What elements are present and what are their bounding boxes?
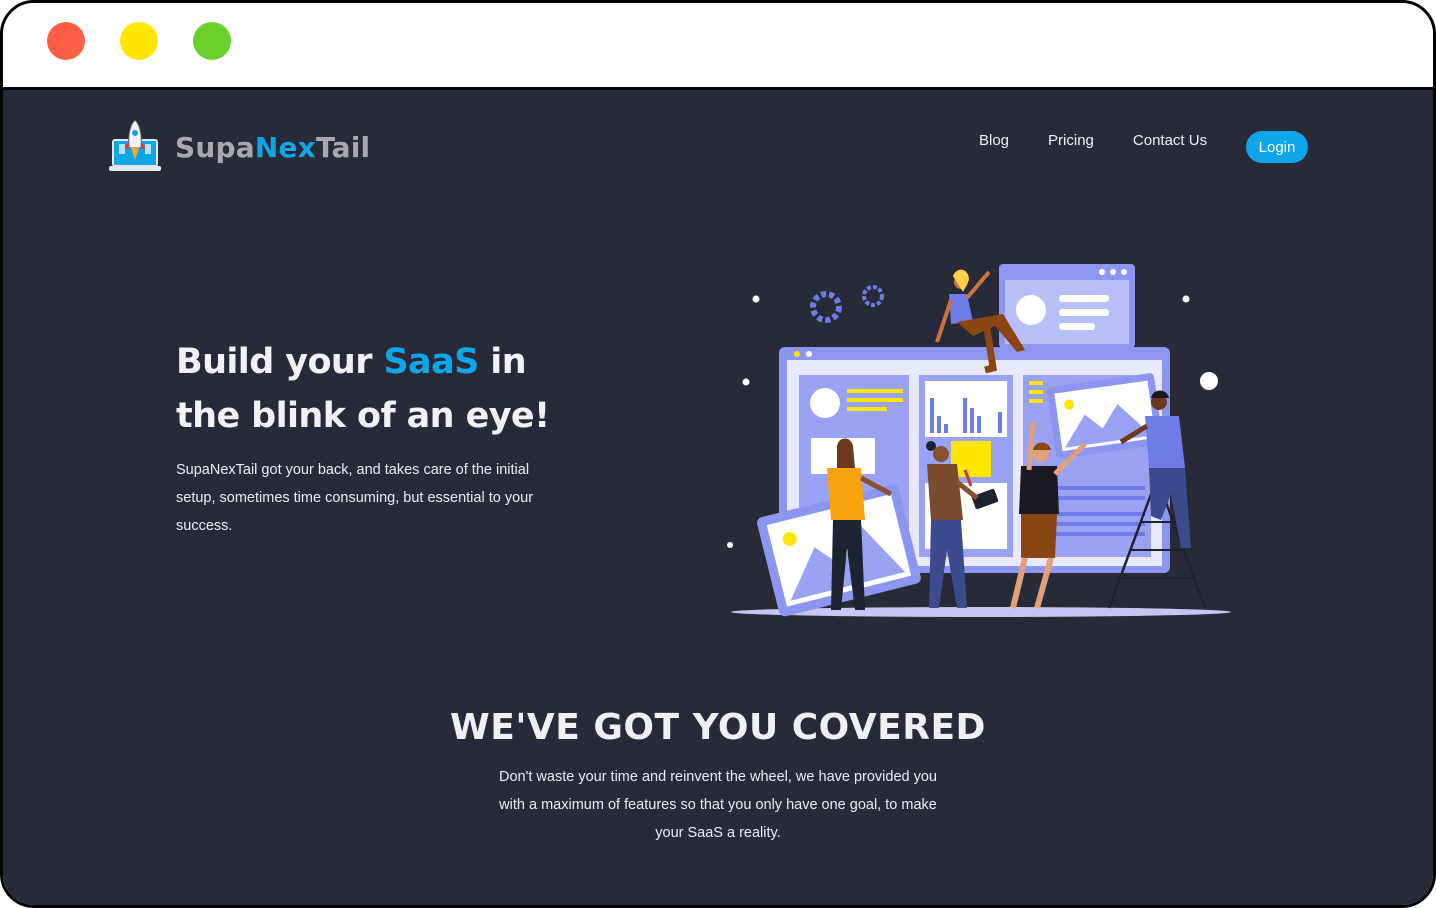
- brand-name-part1: Supa: [175, 130, 255, 164]
- rocket-laptop-icon: [109, 119, 161, 171]
- maximize-window-button[interactable]: [193, 22, 231, 60]
- close-window-button[interactable]: [47, 22, 85, 60]
- features-title: WE'VE GOT YOU COVERED: [450, 707, 986, 748]
- features-description: Don't waste your time and reinvent the w…: [498, 769, 938, 841]
- team-building-dashboard-illustration: [727, 264, 1231, 617]
- hero-title-accent: SaaS: [383, 342, 479, 382]
- brand-name-part3: Tail: [315, 130, 371, 164]
- brand-name-part2: Nex: [254, 130, 316, 164]
- nav-link-pricing[interactable]: Pricing: [1048, 132, 1094, 149]
- top-navigation: Blog Pricing Contact Us: [979, 132, 1207, 149]
- hero-description: SupaNexTail got your back, and takes car…: [176, 462, 534, 534]
- browser-window: SupaNexTail Blog Pricing Contact Us Logi…: [0, 0, 1436, 908]
- login-button[interactable]: Login: [1246, 131, 1308, 163]
- nav-link-contact-us[interactable]: Contact Us: [1133, 132, 1207, 149]
- nav-link-blog[interactable]: Blog: [979, 132, 1009, 149]
- hero-title-pre: Build your: [176, 342, 384, 382]
- landing-page: SupaNexTail Blog Pricing Contact Us Logi…: [3, 90, 1433, 905]
- brand-name: SupaNexTail: [175, 131, 370, 164]
- minimize-window-button[interactable]: [120, 22, 158, 60]
- window-titlebar: [3, 3, 1433, 90]
- brand-logo[interactable]: SupaNexTail: [109, 118, 370, 176]
- hero-title: Build your SaaS in the blink of an eye!: [176, 335, 596, 443]
